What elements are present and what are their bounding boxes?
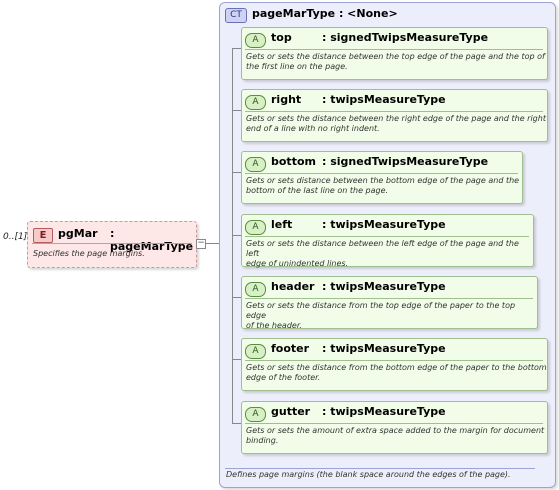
complex-type-documentation: Defines page margins (the blank space ar… bbox=[226, 470, 511, 479]
attribute-divider bbox=[245, 236, 529, 237]
attribute-connector bbox=[232, 110, 241, 111]
attribute-top[interactable]: A top : signedTwipsMeasureType Gets or s… bbox=[241, 27, 548, 80]
attribute-documentation: Gets or sets distance between the bottom… bbox=[246, 176, 520, 195]
attribute-documentation: Gets or sets the distance from the botto… bbox=[246, 363, 547, 382]
attribute-documentation: Gets or sets the distance between the ri… bbox=[246, 114, 546, 133]
attribute-documentation: Gets or sets the distance from the top e… bbox=[246, 301, 516, 330]
attribute-type: : twipsMeasureType bbox=[322, 342, 446, 355]
complex-type-badge-icon: CT bbox=[225, 8, 247, 23]
attribute-type: : signedTwipsMeasureType bbox=[322, 31, 489, 44]
attribute-divider bbox=[245, 111, 543, 112]
attribute-footer[interactable]: A footer : twipsMeasureType Gets or sets… bbox=[241, 338, 548, 391]
attribute-documentation: Gets or sets the distance between the le… bbox=[246, 239, 519, 268]
attribute-left[interactable]: A left : twipsMeasureType Gets or sets t… bbox=[241, 214, 534, 268]
attribute-badge-icon: A bbox=[245, 282, 266, 297]
element-badge-icon: E bbox=[33, 228, 53, 243]
attribute-name: top bbox=[271, 31, 292, 44]
attribute-bottom[interactable]: A bottom : signedTwipsMeasureType Gets o… bbox=[241, 151, 523, 204]
attribute-name: footer bbox=[271, 342, 310, 355]
attribute-gutter[interactable]: A gutter : twipsMeasureType Gets or sets… bbox=[241, 401, 548, 454]
attribute-badge-icon: A bbox=[245, 33, 266, 48]
attribute-divider bbox=[245, 360, 543, 361]
attributes-bracket-line bbox=[232, 48, 233, 424]
attribute-badge-icon: A bbox=[245, 344, 266, 359]
attribute-badge-icon: A bbox=[245, 157, 266, 172]
attribute-divider bbox=[245, 49, 543, 50]
attribute-name: header bbox=[271, 280, 315, 293]
attribute-divider bbox=[245, 423, 543, 424]
attribute-divider bbox=[245, 298, 533, 299]
attribute-type: : twipsMeasureType bbox=[322, 405, 446, 418]
attribute-header[interactable]: A header : twipsMeasureType Gets or sets… bbox=[241, 276, 538, 330]
attribute-type: : signedTwipsMeasureType bbox=[322, 155, 489, 168]
element-divider bbox=[32, 243, 192, 244]
attribute-name: gutter bbox=[271, 405, 311, 418]
element-name: pgMar bbox=[58, 227, 98, 240]
attribute-name: bottom bbox=[271, 155, 316, 168]
attribute-type: : twipsMeasureType bbox=[322, 93, 446, 106]
attribute-connector bbox=[232, 235, 241, 236]
complex-type-divider bbox=[225, 468, 535, 469]
attribute-badge-icon: A bbox=[245, 407, 266, 422]
element-documentation: Specifies the page margins. bbox=[33, 249, 145, 258]
attribute-type: : twipsMeasureType bbox=[322, 218, 446, 231]
attribute-name: left bbox=[271, 218, 293, 231]
attribute-divider bbox=[245, 173, 518, 174]
attribute-badge-icon: A bbox=[245, 95, 266, 110]
attribute-badge-icon: A bbox=[245, 220, 266, 235]
attribute-connector bbox=[232, 297, 241, 298]
element-pgMar[interactable]: E pgMar : pageMarType Specifies the page… bbox=[27, 221, 197, 268]
attribute-connector bbox=[232, 48, 241, 49]
collapse-toggle-icon[interactable]: − bbox=[196, 239, 206, 249]
attribute-connector bbox=[232, 423, 241, 424]
attribute-type: : twipsMeasureType bbox=[322, 280, 446, 293]
attribute-connector bbox=[232, 172, 241, 173]
attribute-documentation: Gets or sets the distance between the to… bbox=[246, 52, 545, 71]
complex-type-title: pageMarType : <None> bbox=[252, 7, 398, 20]
attribute-name: right bbox=[271, 93, 302, 106]
attribute-right[interactable]: A right : twipsMeasureType Gets or sets … bbox=[241, 89, 548, 142]
attribute-documentation: Gets or sets the amount of extra space a… bbox=[246, 426, 545, 445]
occurrence-label: 0..[1] bbox=[3, 232, 28, 242]
attribute-connector bbox=[232, 359, 241, 360]
